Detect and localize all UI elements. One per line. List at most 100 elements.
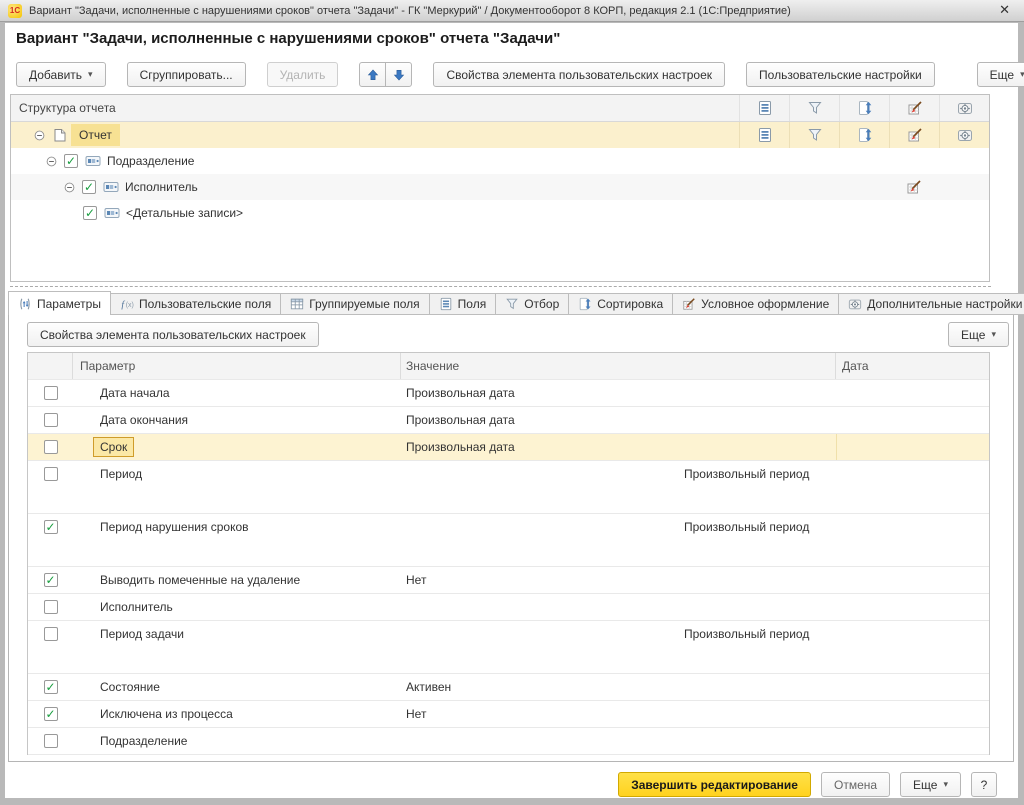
grouping-icon	[103, 181, 119, 193]
param-row[interactable]: Выводить помеченные на удаление Нет	[28, 566, 989, 593]
param-name[interactable]: Исключена из процесса	[73, 701, 401, 727]
param-date[interactable]	[836, 434, 989, 460]
conditional-appearance-icon	[682, 297, 696, 311]
additional-settings-icon[interactable]	[939, 122, 989, 148]
conditional-appearance-icon[interactable]	[889, 174, 939, 200]
parameters-more-button[interactable]: Еще	[948, 322, 1009, 347]
tree-row-ispolnitel[interactable]: Исполнитель	[11, 174, 989, 200]
conditional-appearance-icon[interactable]	[889, 122, 939, 148]
checkbox[interactable]	[44, 734, 58, 748]
selected-fields-icon[interactable]	[739, 122, 789, 148]
close-icon[interactable]: ✕	[993, 3, 1016, 18]
param-value[interactable]: Произвольный период	[684, 627, 809, 641]
param-row[interactable]: Состояние Активен	[28, 673, 989, 700]
param-name[interactable]: Состояние	[73, 674, 401, 700]
param-date[interactable]	[836, 514, 989, 566]
tab-polya[interactable]: Поля	[430, 293, 497, 315]
filter-icon[interactable]	[789, 122, 839, 148]
param-value[interactable]: Произвольная дата	[401, 380, 836, 406]
collapse-icon[interactable]	[64, 182, 75, 193]
param-row[interactable]: Период нарушения сроков Произвольный пер…	[28, 513, 989, 566]
param-date[interactable]	[836, 567, 989, 593]
param-name[interactable]: Выводить помеченные на удаление	[73, 567, 401, 593]
collapse-icon[interactable]	[34, 130, 45, 141]
tree-cell-report[interactable]: Отчет	[71, 124, 120, 146]
param-row[interactable]: Дата начала Произвольная дата	[28, 379, 989, 406]
param-name[interactable]: Период нарушения сроков	[73, 514, 401, 566]
param-row[interactable]: Подразделение	[28, 727, 989, 754]
checkbox[interactable]	[44, 440, 58, 454]
add-button[interactable]: Добавить	[16, 62, 106, 87]
checkbox[interactable]	[44, 680, 58, 694]
tab-gruppiruemye-polya[interactable]: Группируемые поля	[281, 293, 429, 315]
param-value[interactable]: Активен	[401, 674, 836, 700]
element-properties-button[interactable]: Свойства элемента пользовательских настр…	[27, 322, 319, 347]
sort-icon[interactable]	[839, 122, 889, 148]
checkbox[interactable]	[44, 386, 58, 400]
param-value[interactable]: Нет	[401, 701, 836, 727]
element-properties-button[interactable]: Свойства элемента пользовательских настр…	[433, 62, 725, 87]
tab-polzovatelskie-polya[interactable]: Пользовательские поля	[111, 293, 281, 315]
checkbox[interactable]	[82, 180, 96, 194]
param-row[interactable]: Исключена из процесса Нет	[28, 700, 989, 727]
tab-uslovnoe-oformlenie[interactable]: Условное оформление	[673, 293, 839, 315]
param-row[interactable]: Дата окончания Произвольная дата	[28, 406, 989, 433]
group-button[interactable]: Сгруппировать...	[127, 62, 246, 87]
param-date[interactable]	[836, 701, 989, 727]
param-row[interactable]: Период Произвольный период	[28, 460, 989, 513]
move-up-button[interactable]	[359, 62, 386, 87]
param-value[interactable]: Произвольная дата	[401, 434, 836, 460]
param-value[interactable]: Произвольная дата	[401, 407, 836, 433]
param-value[interactable]	[401, 594, 836, 620]
tree-row-podrazdelenie[interactable]: Подразделение	[11, 148, 989, 174]
checkbox[interactable]	[64, 154, 78, 168]
param-name[interactable]: Дата окончания	[73, 407, 401, 433]
param-row-selected[interactable]: Срок Произвольная дата	[28, 433, 989, 460]
param-value[interactable]	[401, 728, 836, 754]
checkbox[interactable]	[44, 520, 58, 534]
checkbox[interactable]	[44, 600, 58, 614]
tree-header-icon-columns	[739, 95, 989, 121]
param-name[interactable]: Дата начала	[73, 380, 401, 406]
tab-otbor[interactable]: Отбор	[496, 293, 569, 315]
tree-row-detail-records[interactable]: <Детальные записи>	[11, 200, 989, 226]
checkbox[interactable]	[44, 467, 58, 481]
param-date[interactable]	[836, 594, 989, 620]
param-value[interactable]: Произвольный период	[684, 520, 809, 534]
toolbar-more-button[interactable]: Еще	[977, 62, 1024, 87]
checkbox[interactable]	[44, 573, 58, 587]
param-row[interactable]: Период задачи Произвольный период	[28, 620, 989, 673]
param-date[interactable]	[836, 407, 989, 433]
checkbox[interactable]	[44, 707, 58, 721]
param-name[interactable]: Подразделение	[73, 728, 401, 754]
param-row[interactable]: Исполнитель	[28, 593, 989, 620]
param-value[interactable]: Произвольный период	[684, 467, 809, 481]
tree-row-report[interactable]: Отчет	[11, 122, 989, 148]
header-param: Параметр	[73, 353, 401, 379]
user-settings-button[interactable]: Пользовательские настройки	[746, 62, 935, 87]
splitter[interactable]	[10, 286, 991, 287]
tab-parametry[interactable]: Параметры	[8, 291, 111, 315]
checkbox[interactable]	[44, 627, 58, 641]
footer-more-button[interactable]: Еще	[900, 772, 961, 797]
finish-editing-button[interactable]: Завершить редактирование	[618, 772, 811, 797]
param-name[interactable]: Период	[73, 461, 401, 513]
move-down-button[interactable]	[385, 62, 412, 87]
param-date[interactable]	[836, 621, 989, 673]
param-date[interactable]	[836, 728, 989, 754]
param-name[interactable]: Исполнитель	[73, 594, 401, 620]
tab-dopolnitelnye-nastroyki[interactable]: Дополнительные настройки	[839, 293, 1024, 315]
tab-sortirovka[interactable]: Сортировка	[569, 293, 673, 315]
param-date[interactable]	[836, 674, 989, 700]
cancel-button[interactable]: Отмена	[821, 772, 890, 797]
param-value[interactable]: Нет	[401, 567, 836, 593]
collapse-icon[interactable]	[46, 156, 57, 167]
param-name-focused-cell[interactable]: Срок	[93, 437, 134, 457]
param-date[interactable]	[836, 461, 989, 513]
help-button[interactable]: ?	[971, 772, 997, 797]
param-date[interactable]	[836, 380, 989, 406]
checkbox[interactable]	[83, 206, 97, 220]
tree-header: Структура отчета	[11, 95, 989, 122]
param-name[interactable]: Период задачи	[73, 621, 401, 673]
checkbox[interactable]	[44, 413, 58, 427]
